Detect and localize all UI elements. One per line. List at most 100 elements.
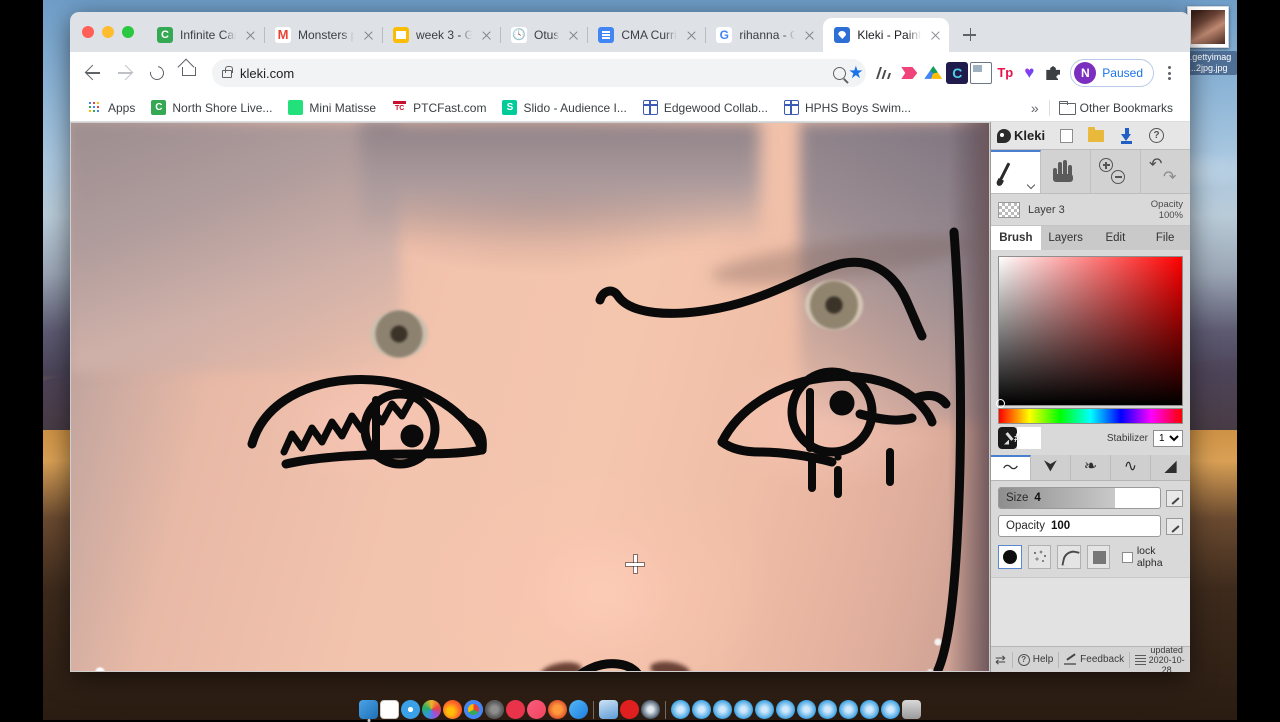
forward-button[interactable] <box>110 58 140 88</box>
puzzle-extensions-icon[interactable] <box>1042 62 1064 84</box>
browser-tab-otus[interactable]: Otus <box>500 18 587 52</box>
new-tab-button[interactable] <box>955 21 983 49</box>
dock-safari-icon[interactable] <box>401 700 420 719</box>
close-window-button[interactable] <box>82 26 94 38</box>
dock-window-icon[interactable] <box>860 700 879 719</box>
bookmark-apps[interactable]: Apps <box>80 97 142 118</box>
bookmark-ptcfast[interactable]: PTCFast.com <box>385 97 493 118</box>
bookmark-edgewood-collab[interactable]: Edgewood Collab... <box>636 97 775 118</box>
lock-alpha-checkbox[interactable] <box>1122 552 1133 563</box>
close-tab-icon[interactable] <box>684 28 699 43</box>
browser-tab-infinite-campus[interactable]: C Infinite Campu <box>146 18 264 52</box>
google-drive-extension-icon[interactable] <box>922 62 944 84</box>
dock-window-icon[interactable] <box>797 700 816 719</box>
tab-edit[interactable]: Edit <box>1091 226 1141 250</box>
close-tab-icon[interactable] <box>802 28 817 43</box>
dock-window-icon[interactable] <box>839 700 858 719</box>
stabilizer-select[interactable]: 1 <box>1153 430 1183 447</box>
reload-button[interactable] <box>142 58 172 88</box>
browser-tab-monsters-project[interactable]: Monsters proje <box>264 18 382 52</box>
square-tip[interactable] <box>1087 545 1111 569</box>
opacity-edit-button[interactable] <box>1166 518 1183 535</box>
dock-finder-icon[interactable] <box>359 700 378 719</box>
dock-mail-icon[interactable] <box>599 700 618 719</box>
browser-tab-week-3[interactable]: week 3 - Goog <box>382 18 500 52</box>
bookmark-hphs-boys-swim[interactable]: HPHS Boys Swim... <box>777 97 918 118</box>
address-bar[interactable]: kleki.com <box>212 59 866 87</box>
undo-redo-tool[interactable] <box>1141 150 1190 193</box>
dock-infinity-icon[interactable] <box>620 700 639 719</box>
bookmark-mini-matisse[interactable]: Mini Matisse <box>281 97 383 118</box>
dock-music-icon[interactable] <box>527 700 546 719</box>
brush-tool[interactable] <box>991 150 1041 193</box>
dock-window-icon[interactable] <box>734 700 753 719</box>
dock-window-icon[interactable] <box>776 700 795 719</box>
dock-settings-icon[interactable] <box>485 700 504 719</box>
sketchy-brush[interactable]: ❧ <box>1071 455 1111 480</box>
swap-icon[interactable] <box>995 654 1007 666</box>
bookmark-slido[interactable]: Slido - Audience I... <box>495 97 633 118</box>
close-tab-icon[interactable] <box>928 28 943 43</box>
browser-tab-cma-curriculum[interactable]: CMA Curriculu <box>587 18 705 52</box>
browser-tab-rihanna-search[interactable]: rihanna - Goog <box>705 18 823 52</box>
kebab-menu-icon[interactable] <box>1156 58 1182 88</box>
screencastify-extension-icon[interactable] <box>970 62 992 84</box>
color-picker-handle[interactable] <box>996 399 1005 408</box>
profile-button[interactable]: N Paused <box>1070 59 1154 87</box>
hue-slider[interactable] <box>998 408 1183 424</box>
kleki-layer-row[interactable]: Layer 3 Opacity 100% <box>991 194 1190 226</box>
dock-window-icon[interactable] <box>713 700 732 719</box>
bookmark-north-shore-live[interactable]: C North Shore Live... <box>144 97 279 118</box>
hand-tool[interactable] <box>1041 150 1091 193</box>
kami-extension-icon[interactable] <box>1018 62 1040 84</box>
chevron-down-icon[interactable] <box>1027 181 1035 189</box>
teacherpay-extension-icon[interactable] <box>994 62 1016 84</box>
clever-extension-icon[interactable] <box>946 62 968 84</box>
dock-chrome-icon[interactable] <box>464 700 483 719</box>
footer-feedback-button[interactable]: Feedback <box>1064 654 1124 666</box>
pinterest-extension-icon[interactable] <box>898 62 920 84</box>
dock-adobe-icon[interactable] <box>548 700 567 719</box>
tab-file[interactable]: File <box>1140 226 1190 250</box>
search-icon[interactable] <box>833 67 846 80</box>
other-bookmarks-button[interactable]: Other Bookmarks <box>1052 97 1180 118</box>
dock-preview-icon[interactable] <box>641 700 660 719</box>
noise-tip[interactable] <box>1028 545 1052 569</box>
footer-changelog-button[interactable]: updated 2020-10-28 <box>1135 645 1186 673</box>
minimize-window-button[interactable] <box>102 26 114 38</box>
bookmarks-overflow-button[interactable]: » <box>1023 100 1047 116</box>
close-tab-icon[interactable] <box>361 28 376 43</box>
pen-brush[interactable]: 〜 <box>991 455 1031 480</box>
close-tab-icon[interactable] <box>479 28 494 43</box>
grammarly-extension-icon[interactable] <box>874 62 896 84</box>
dock-window-icon[interactable] <box>818 700 837 719</box>
dock-photos-icon[interactable] <box>422 700 441 719</box>
opacity-slider[interactable]: Opacity 100 <box>998 515 1161 537</box>
drawing-canvas[interactable] <box>70 122 990 672</box>
dock-window-icon[interactable] <box>881 700 900 719</box>
browser-tab-kleki[interactable]: Kleki - Paint T <box>823 18 949 52</box>
round-tip[interactable] <box>998 545 1022 569</box>
home-button[interactable] <box>174 58 204 88</box>
dock-calendar-icon[interactable] <box>380 700 399 719</box>
pixel-brush[interactable]: ∿ <box>1111 455 1151 480</box>
eraser-brush[interactable]: ◢ <box>1151 455 1190 480</box>
dock-blocker-icon[interactable] <box>506 700 525 719</box>
dock-window-icon[interactable] <box>671 700 690 719</box>
dock-firefox-icon[interactable] <box>443 700 462 719</box>
curve-tip[interactable] <box>1057 545 1081 569</box>
close-tab-icon[interactable] <box>243 28 258 43</box>
help-button[interactable] <box>1141 123 1171 149</box>
blend-brush[interactable]: ⮟ <box>1031 455 1071 480</box>
hex-input-toggle[interactable]: # <box>1014 432 1021 445</box>
maximize-window-button[interactable] <box>122 26 134 38</box>
dock-window-icon[interactable] <box>692 700 711 719</box>
size-slider[interactable]: Size 4 <box>998 487 1161 509</box>
tab-brush[interactable]: Brush <box>991 226 1041 250</box>
close-tab-icon[interactable] <box>566 28 581 43</box>
undo-icon[interactable] <box>1149 158 1164 171</box>
redo-icon[interactable] <box>1163 171 1178 184</box>
saturation-value-box[interactable] <box>998 256 1183 406</box>
download-button[interactable] <box>1111 123 1141 149</box>
back-button[interactable] <box>78 58 108 88</box>
